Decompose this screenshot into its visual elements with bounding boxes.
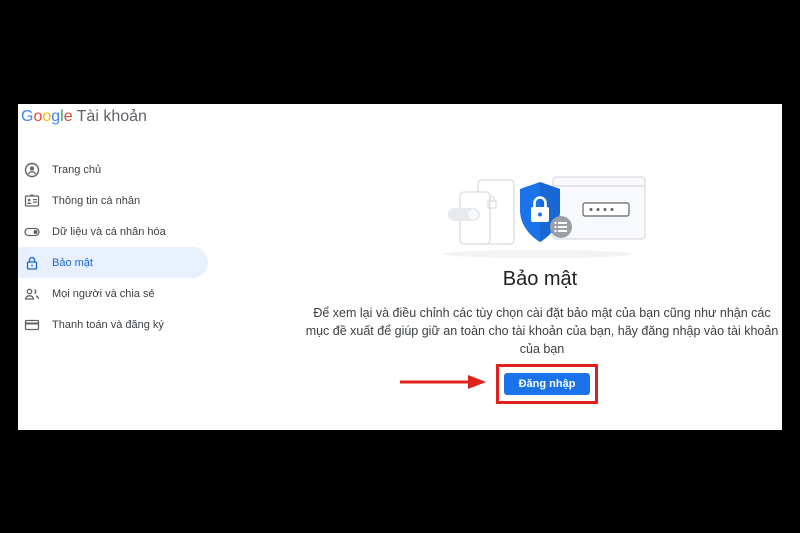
id-card-icon <box>24 193 40 209</box>
sidebar-item-label: Mọi người và chia sẻ <box>52 287 155 300</box>
sidebar-item-data-privacy[interactable]: Dữ liệu và cá nhân hóa <box>18 216 208 247</box>
product-name: Tài khoản <box>76 108 147 125</box>
home-person-icon <box>24 162 40 178</box>
logo-letter: g <box>51 108 61 125</box>
logo-letter: e <box>63 108 73 125</box>
page-title: Bảo mật <box>502 268 578 290</box>
sidebar-item-security[interactable]: Bảo mật <box>18 247 208 278</box>
red-arrow-annotation <box>400 375 486 389</box>
security-description: Để xem lại và điều chỉnh các tùy chọn cà… <box>305 306 779 356</box>
sidebar-item-label: Thanh toán và đăng ký <box>52 318 164 331</box>
sidebar-item-label: Trang chủ <box>52 163 102 176</box>
sidebar-nav: Trang chủ Thông tin cá nhân Dữ liệu và c… <box>18 154 208 340</box>
sidebar-item-people-sharing[interactable]: Mọi người và chia sẻ <box>18 278 208 309</box>
logo-letter: o <box>42 108 52 125</box>
logo-letter: G <box>21 108 34 125</box>
sidebar-item-payments[interactable]: Thanh toán và đăng ký <box>18 309 208 340</box>
sidebar-item-label: Thông tin cá nhân <box>52 194 141 207</box>
sidebar-item-label: Bảo mật <box>52 256 93 269</box>
google-wordmark: Google <box>21 108 73 126</box>
sidebar-item-personal-info[interactable]: Thông tin cá nhân <box>18 185 208 216</box>
toggle-icon <box>24 224 40 240</box>
highlight-box: Đăng nhập <box>496 364 598 404</box>
sidebar-item-home[interactable]: Trang chủ <box>18 154 208 185</box>
people-icon <box>24 286 40 302</box>
google-account-logo[interactable]: Google Tài khoản <box>21 108 147 126</box>
lock-icon <box>24 255 40 271</box>
credit-card-icon <box>24 317 40 333</box>
account-page: Google Tài khoản Trang chủ Thông tin cá … <box>18 104 782 430</box>
sidebar-item-label: Dữ liệu và cá nhân hóa <box>52 225 166 238</box>
sign-in-button[interactable]: Đăng nhập <box>504 373 590 395</box>
security-illustration <box>443 176 646 258</box>
